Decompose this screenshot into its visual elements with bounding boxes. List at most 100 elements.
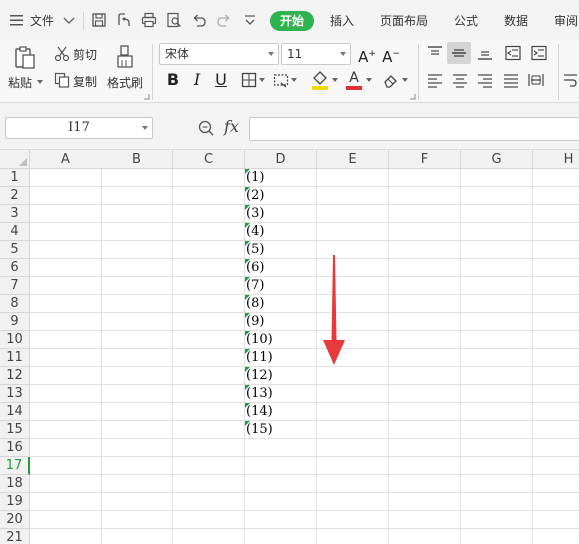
increase-font-size-icon[interactable]: A+ <box>357 44 377 66</box>
cell-g6[interactable] <box>461 259 533 277</box>
cell-g19[interactable] <box>461 493 533 511</box>
chevron-down-icon[interactable] <box>60 12 78 30</box>
paste-icon[interactable] <box>12 45 38 71</box>
cell-e16[interactable] <box>317 439 389 457</box>
cell-h20[interactable] <box>533 511 579 529</box>
cut-button[interactable]: 剪切 <box>73 46 97 63</box>
cell-a16[interactable] <box>30 439 102 457</box>
cell-f10[interactable] <box>389 331 461 349</box>
cell-d18[interactable] <box>245 475 317 493</box>
cell-d20[interactable] <box>245 511 317 529</box>
row-header-6[interactable]: 6 <box>0 259 30 277</box>
clear-format-icon[interactable] <box>382 71 400 89</box>
tab-formulas[interactable]: 公式 <box>454 11 478 31</box>
row-header-13[interactable]: 13 <box>0 385 30 403</box>
save-icon[interactable] <box>90 11 108 29</box>
cell-a8[interactable] <box>30 295 102 313</box>
justify-icon[interactable] <box>502 71 520 89</box>
cell-g21[interactable] <box>461 529 533 544</box>
font-color-dropdown-icon[interactable] <box>365 76 373 84</box>
align-middle-button[interactable] <box>447 42 471 64</box>
column-header-a[interactable]: A <box>30 150 102 169</box>
cell-g15[interactable] <box>461 421 533 439</box>
cell-f15[interactable] <box>389 421 461 439</box>
cell-d17[interactable] <box>245 457 317 475</box>
cell-a7[interactable] <box>30 277 102 295</box>
column-header-f[interactable]: F <box>389 150 461 169</box>
cell-c16[interactable] <box>173 439 245 457</box>
cell-f20[interactable] <box>389 511 461 529</box>
column-header-h[interactable]: H <box>533 150 579 169</box>
cell-h2[interactable] <box>533 187 579 205</box>
cell-e15[interactable] <box>317 421 389 439</box>
cell-h11[interactable] <box>533 349 579 367</box>
cell-f17[interactable] <box>389 457 461 475</box>
cell-f5[interactable] <box>389 241 461 259</box>
cell-c4[interactable] <box>173 223 245 241</box>
row-header-10[interactable]: 10 <box>0 331 30 349</box>
align-bottom-icon[interactable] <box>476 44 494 62</box>
cell-a1[interactable] <box>30 169 102 187</box>
print-preview-icon[interactable] <box>165 11 183 29</box>
cell-h13[interactable] <box>533 385 579 403</box>
cell-e1[interactable] <box>317 169 389 187</box>
cell-h15[interactable] <box>533 421 579 439</box>
cell-g16[interactable] <box>461 439 533 457</box>
row-header-17[interactable]: 17 <box>0 457 30 475</box>
cell-h18[interactable] <box>533 475 579 493</box>
cell-b3[interactable] <box>101 205 173 223</box>
cell-g5[interactable] <box>461 241 533 259</box>
cell-g11[interactable] <box>461 349 533 367</box>
cell-a3[interactable] <box>30 205 102 223</box>
column-header-b[interactable]: B <box>101 150 173 169</box>
cell-d19[interactable] <box>245 493 317 511</box>
cell-a15[interactable] <box>30 421 102 439</box>
cell-a6[interactable] <box>30 259 102 277</box>
cell-g14[interactable] <box>461 403 533 421</box>
cell-c8[interactable] <box>173 295 245 313</box>
cell-h17[interactable] <box>533 457 579 475</box>
row-header-16[interactable]: 16 <box>0 439 30 457</box>
cell-d16[interactable] <box>245 439 317 457</box>
cell-g20[interactable] <box>461 511 533 529</box>
cell-f4[interactable] <box>389 223 461 241</box>
row-header-3[interactable]: 3 <box>0 205 30 223</box>
cell-c5[interactable] <box>173 241 245 259</box>
cell-h12[interactable] <box>533 367 579 385</box>
font-name-select[interactable]: 宋体 <box>159 43 279 65</box>
column-header-d[interactable]: D <box>245 150 317 169</box>
cell-f8[interactable] <box>389 295 461 313</box>
cell-g2[interactable] <box>461 187 533 205</box>
cell-h9[interactable] <box>533 313 579 331</box>
cell-e2[interactable] <box>317 187 389 205</box>
cell-h6[interactable] <box>533 259 579 277</box>
align-left-icon[interactable] <box>426 71 444 89</box>
clear-format-dropdown-icon[interactable] <box>401 76 409 84</box>
italic-icon[interactable]: I <box>187 70 207 90</box>
cell-a12[interactable] <box>30 367 102 385</box>
cell-b12[interactable] <box>101 367 173 385</box>
cell-d10[interactable]: (10) <box>245 331 317 349</box>
cell-a2[interactable] <box>30 187 102 205</box>
borders-dropdown-icon[interactable] <box>258 76 266 84</box>
cell-h21[interactable] <box>533 529 579 544</box>
distributed-align-icon[interactable] <box>527 71 545 89</box>
cell-d8[interactable]: (8) <box>245 295 317 313</box>
cell-h5[interactable] <box>533 241 579 259</box>
cell-c1[interactable] <box>173 169 245 187</box>
cell-c9[interactable] <box>173 313 245 331</box>
cell-h7[interactable] <box>533 277 579 295</box>
row-header-14[interactable]: 14 <box>0 403 30 421</box>
cell-f2[interactable] <box>389 187 461 205</box>
cell-c21[interactable] <box>173 529 245 544</box>
row-header-12[interactable]: 12 <box>0 367 30 385</box>
undo-icon[interactable] <box>190 11 208 29</box>
cell-d6[interactable]: (6) <box>245 259 317 277</box>
cell-b2[interactable] <box>101 187 173 205</box>
cell-b6[interactable] <box>101 259 173 277</box>
cell-e3[interactable] <box>317 205 389 223</box>
group-expand-icon[interactable] <box>409 93 416 100</box>
cell-c13[interactable] <box>173 385 245 403</box>
cell-g4[interactable] <box>461 223 533 241</box>
cell-b7[interactable] <box>101 277 173 295</box>
